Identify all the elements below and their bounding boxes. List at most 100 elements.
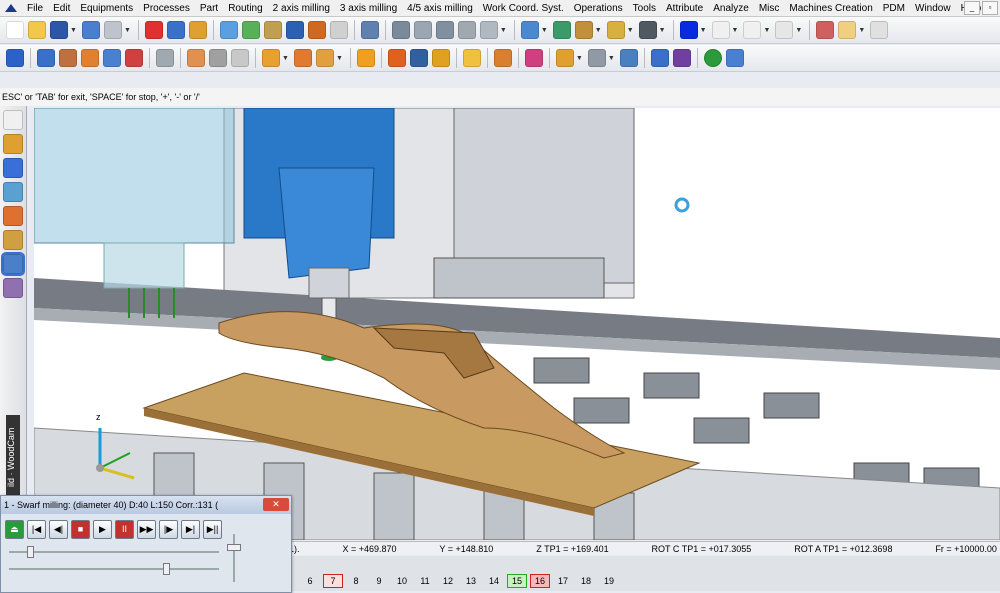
pencil-icon[interactable] — [3, 110, 23, 130]
restore-button[interactable]: ▫ — [982, 1, 998, 15]
menu-wcs[interactable]: Work Coord. Syst. — [478, 3, 569, 14]
simulation-icon[interactable] — [3, 278, 23, 298]
hook-icon[interactable] — [457, 21, 476, 39]
menu-routing[interactable]: Routing — [223, 3, 267, 14]
cube-mesh-icon[interactable] — [493, 49, 512, 67]
measure-icon[interactable] — [360, 21, 379, 39]
color-swatch[interactable] — [679, 21, 698, 39]
bars-icon[interactable] — [555, 49, 574, 67]
cube-icon[interactable] — [725, 49, 744, 67]
split-icon[interactable] — [672, 49, 691, 67]
step-forward-button[interactable]: |▶ — [159, 520, 178, 539]
columns-icon[interactable] — [587, 49, 606, 67]
rewind-start-button[interactable]: |◀ — [27, 520, 46, 539]
page-tab[interactable]: 19 — [599, 574, 619, 588]
open-folder-icon[interactable] — [28, 21, 46, 39]
page-tab[interactable]: 11 — [415, 574, 435, 588]
menu-edit[interactable]: Edit — [48, 3, 75, 14]
operator-icon[interactable] — [650, 49, 669, 67]
trim-icon[interactable] — [413, 21, 432, 39]
pieces-icon[interactable] — [387, 49, 406, 67]
parallel-icon[interactable] — [435, 21, 454, 39]
page-tab[interactable]: 17 — [553, 574, 573, 588]
menu-window[interactable]: Window — [910, 3, 956, 14]
tools-stack-icon[interactable] — [59, 49, 77, 67]
menu-45axis[interactable]: 4/5 axis milling — [402, 3, 478, 14]
brick-icon[interactable] — [409, 49, 428, 67]
menu-2axis[interactable]: 2 axis milling — [268, 3, 335, 14]
page-tab[interactable]: 7 — [323, 574, 343, 588]
tool-icon[interactable] — [285, 21, 304, 39]
cam-mode-icon[interactable] — [1, 252, 25, 276]
menu-attribute[interactable]: Attribute — [661, 3, 708, 14]
info-icon[interactable] — [81, 21, 100, 39]
save-icon[interactable] — [50, 21, 68, 39]
menu-tools[interactable]: Tools — [628, 3, 661, 14]
fast-forward-button[interactable]: ▶▶ — [137, 520, 156, 539]
undo-icon[interactable] — [166, 21, 185, 39]
step-pause-button[interactable]: ▶|| — [203, 520, 222, 539]
page-tab[interactable]: 12 — [438, 574, 458, 588]
swarf-icon[interactable] — [315, 49, 334, 67]
page-tab[interactable]: 8 — [346, 574, 366, 588]
menu-equipments[interactable]: Equipments — [75, 3, 138, 14]
3d-viewport[interactable]: z — [34, 108, 1000, 540]
app-logo-icon[interactable] — [0, 1, 22, 15]
eject-button[interactable]: ⏏ — [5, 520, 24, 539]
eraser-icon[interactable] — [188, 21, 207, 39]
origin-icon[interactable] — [462, 49, 481, 67]
progress-slider[interactable] — [9, 568, 219, 570]
shield-icon[interactable] — [356, 49, 375, 67]
menu-misc[interactable]: Misc — [754, 3, 785, 14]
page-tab[interactable]: 14 — [484, 574, 504, 588]
clipboard-icon[interactable] — [838, 21, 857, 39]
report-icon[interactable] — [524, 49, 543, 67]
page-tab[interactable]: 13 — [461, 574, 481, 588]
layers-icon[interactable] — [241, 21, 260, 39]
delete-x-icon[interactable] — [144, 21, 163, 39]
progress-slider-thumb[interactable] — [163, 563, 170, 575]
person-tool-icon[interactable] — [187, 49, 205, 67]
stack-icon[interactable] — [37, 49, 55, 67]
menu-machines-creation[interactable]: Machines Creation — [784, 3, 877, 14]
frame-icon[interactable] — [431, 49, 450, 67]
vertical-slider-thumb[interactable] — [227, 544, 241, 551]
print-view-icon[interactable] — [574, 21, 593, 39]
align-icon[interactable] — [156, 49, 174, 67]
edit-tool-icon[interactable] — [209, 49, 227, 67]
tool-path-icon[interactable] — [3, 230, 23, 250]
line-style-icon[interactable] — [743, 21, 762, 39]
machine-icon[interactable] — [6, 49, 24, 67]
panel-icon[interactable] — [81, 49, 99, 67]
menu-part[interactable]: Part — [195, 3, 223, 14]
grid-book-icon[interactable] — [619, 49, 638, 67]
gauge-icon[interactable] — [329, 21, 348, 39]
page-icon[interactable] — [870, 21, 889, 39]
stop-button[interactable]: ■ — [71, 520, 90, 539]
transform-icon[interactable] — [219, 21, 238, 39]
point-style-icon[interactable] — [711, 21, 730, 39]
new-file-icon[interactable] — [6, 21, 24, 39]
car-icon[interactable] — [606, 21, 625, 39]
menu-operations[interactable]: Operations — [569, 3, 628, 14]
page-tab[interactable]: 9 — [369, 574, 389, 588]
page-tab[interactable]: 18 — [576, 574, 596, 588]
sliders-icon[interactable] — [263, 21, 282, 39]
curve-icon[interactable] — [3, 134, 23, 154]
wrench-icon[interactable] — [307, 21, 326, 39]
menu-analyze[interactable]: Analyze — [708, 3, 754, 14]
hatch-icon[interactable] — [775, 21, 794, 39]
assembly-icon[interactable] — [3, 206, 23, 226]
menu-file[interactable]: File — [22, 3, 48, 14]
fit-view-icon[interactable] — [552, 21, 571, 39]
page-tab[interactable]: 6 — [300, 574, 320, 588]
page-tab[interactable]: 10 — [392, 574, 412, 588]
battery-icon[interactable] — [638, 21, 657, 39]
solid-icon[interactable] — [3, 158, 23, 178]
layer-red-icon[interactable] — [125, 49, 143, 67]
step-back-button[interactable]: ◀| — [49, 520, 68, 539]
help-icon[interactable] — [703, 49, 722, 67]
snap-icon[interactable] — [391, 21, 410, 39]
surface-icon[interactable] — [3, 182, 23, 202]
close-button[interactable]: ✕ — [263, 498, 289, 511]
